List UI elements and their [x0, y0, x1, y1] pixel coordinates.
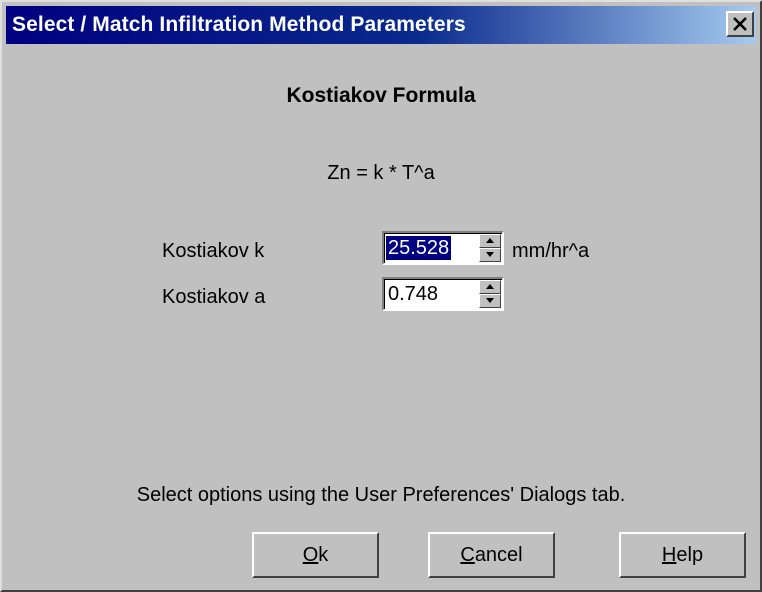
arrow-up-icon — [486, 284, 494, 289]
preferences-info-text: Select options using the User Preference… — [136, 484, 626, 506]
kostiakov-a-decrement-button[interactable] — [479, 294, 501, 308]
title-bar[interactable]: Select / Match Infiltration Method Param… — [6, 6, 756, 44]
kostiakov-k-decrement-button[interactable] — [479, 248, 501, 262]
kostiakov-k-label: Kostiakov k — [162, 240, 265, 262]
ok-button[interactable]: Ok — [252, 532, 379, 578]
window-title: Select / Match Infiltration Method Param… — [12, 13, 466, 36]
formula-text: Zn = k * T^a — [327, 162, 435, 184]
arrow-down-icon — [486, 252, 494, 257]
close-icon — [733, 17, 747, 31]
help-button[interactable]: Help — [619, 532, 746, 578]
arrow-up-icon — [486, 238, 494, 243]
kostiakov-a-field[interactable]: 0.748 — [382, 277, 504, 311]
kostiakov-k-value[interactable]: 25.528 — [386, 236, 452, 260]
kostiakov-a-value[interactable]: 0.748 — [386, 282, 440, 306]
formula-heading: Kostiakov Formula — [286, 84, 476, 107]
cancel-button[interactable]: Cancel — [428, 532, 555, 578]
kostiakov-k-spinner[interactable] — [479, 234, 501, 262]
kostiakov-a-increment-button[interactable] — [479, 280, 501, 294]
arrow-down-icon — [486, 298, 494, 303]
kostiakov-k-increment-button[interactable] — [479, 234, 501, 248]
kostiakov-a-label: Kostiakov a — [162, 286, 266, 308]
close-button[interactable] — [726, 11, 754, 37]
kostiakov-k-field[interactable]: 25.528 — [382, 231, 504, 265]
kostiakov-k-unit: mm/hr^a — [512, 240, 590, 262]
kostiakov-a-spinner[interactable] — [479, 280, 501, 308]
dialog-window: Select / Match Infiltration Method Param… — [0, 0, 762, 592]
